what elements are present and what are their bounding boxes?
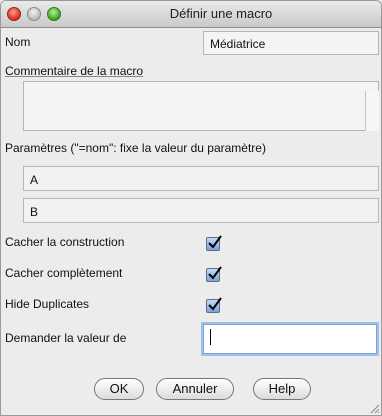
parameter-row[interactable]: A	[23, 166, 379, 191]
comment-scrollbar[interactable]	[365, 91, 379, 131]
cancel-button[interactable]: Annuler	[156, 378, 234, 400]
hide-completely-label: Cacher complètement	[5, 266, 123, 280]
checkmark-icon	[208, 297, 222, 311]
resize-grip-icon[interactable]	[368, 402, 380, 414]
parameter-name: B	[30, 205, 39, 219]
zoom-window-icon[interactable]	[47, 7, 61, 21]
hide-duplicates-checkbox[interactable]	[206, 297, 222, 313]
ask-value-input[interactable]	[203, 324, 377, 354]
checkmark-icon	[208, 235, 222, 249]
window-title: Définir une macro	[169, 6, 273, 21]
checkmark-icon	[208, 266, 222, 280]
hide-construction-label: Cacher la construction	[5, 235, 125, 249]
parameter-name: A	[30, 173, 39, 187]
name-label: Nom	[5, 35, 31, 49]
ask-value-label: Demander la valeur de	[5, 331, 127, 345]
name-field-value: Médiatrice	[210, 37, 266, 51]
parameters-label: Paramètres ("=nom": fixe la valeur du pa…	[5, 141, 266, 155]
comment-textarea[interactable]	[23, 81, 379, 131]
minimize-window-icon[interactable]	[27, 7, 41, 21]
ok-button[interactable]: OK	[94, 378, 144, 400]
comment-label: Commentaire de la macro	[5, 64, 144, 78]
close-window-icon[interactable]	[7, 7, 21, 21]
hide-completely-checkbox[interactable]	[206, 266, 222, 282]
macro-dialog-window: Définir une macro Nom Médiatrice Comment…	[0, 0, 382, 416]
title-bar[interactable]: Définir une macro	[1, 1, 381, 28]
name-field[interactable]: Médiatrice	[203, 31, 379, 55]
help-button[interactable]: Help	[253, 378, 311, 400]
text-caret	[210, 329, 211, 345]
hide-duplicates-label: Hide Duplicates	[5, 297, 90, 311]
hide-construction-checkbox[interactable]	[206, 235, 222, 251]
parameter-row[interactable]: B	[23, 198, 379, 223]
